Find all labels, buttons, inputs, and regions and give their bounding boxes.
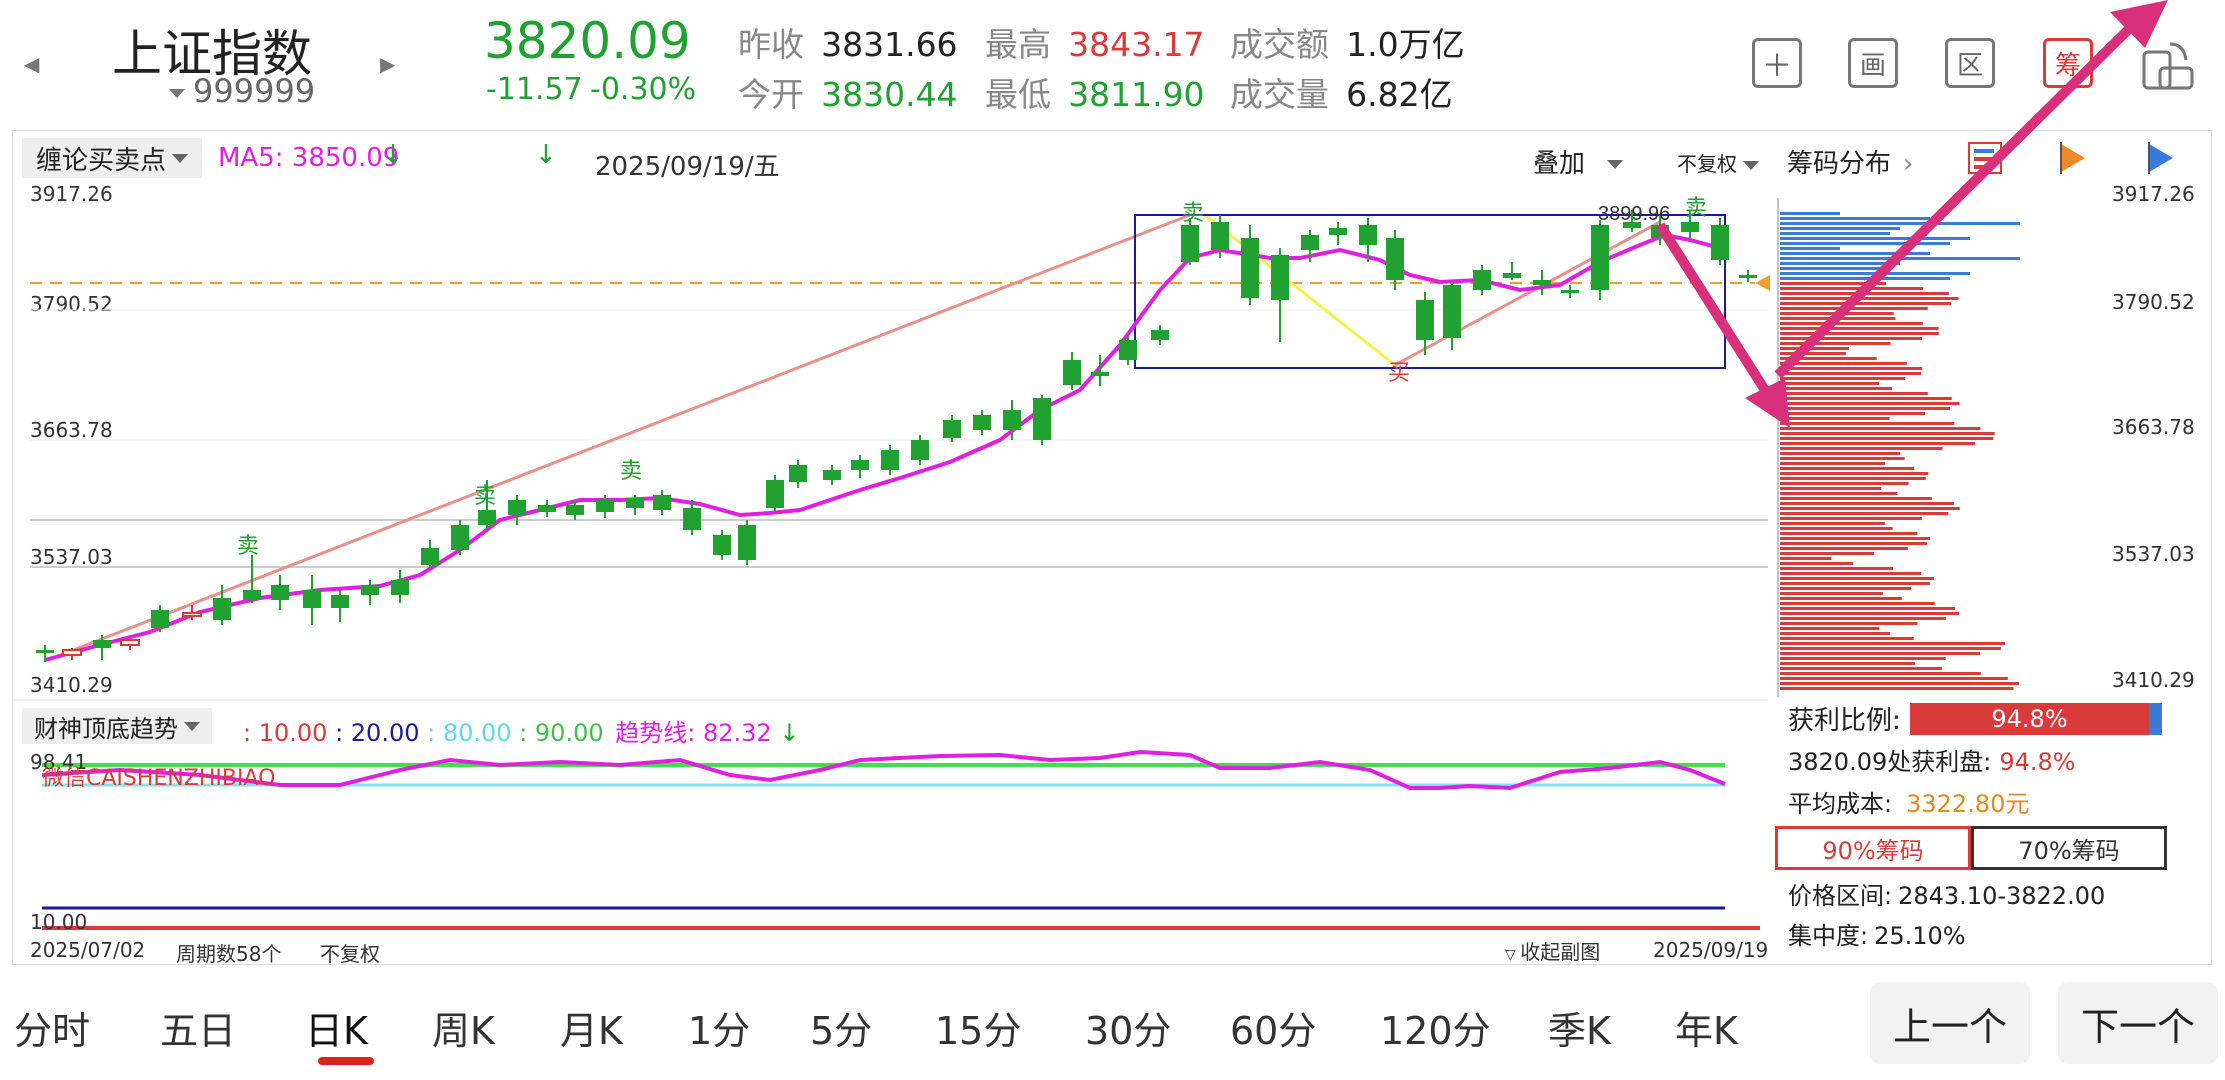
period-count: 周期数58个: [176, 942, 282, 966]
start-date: 2025/07/02: [30, 938, 146, 962]
sell-marker: 卖: [620, 458, 642, 483]
peak-value-label: 3899.96: [1598, 203, 1670, 225]
footer-adjust: 不复权: [320, 942, 380, 966]
prev-button[interactable]: 上一个: [1870, 982, 2030, 1064]
buy-marker: 买: [1388, 360, 1410, 385]
sub-bottom-value: 10.00: [30, 910, 88, 934]
tab-monthly-k[interactable]: 月K: [560, 1000, 623, 1055]
sell-marker: 卖: [474, 483, 496, 508]
active-tab-indicator: [318, 1057, 374, 1065]
profit-ratio-bar: 94.8%: [1910, 703, 2162, 735]
end-date: 2025/09/19: [1653, 938, 1769, 962]
tab-weekly-k[interactable]: 周K: [432, 1000, 495, 1055]
tab-1min[interactable]: 1分: [688, 1000, 750, 1055]
tab-30min[interactable]: 30分: [1085, 1000, 1171, 1055]
next-button[interactable]: 下一个: [2058, 982, 2218, 1064]
sub-indicator-values: : 10.00 : 20.00 : 80.00 : 90.00 趋势线: 82.…: [243, 719, 800, 747]
sell-marker: 卖: [1182, 200, 1204, 225]
tab-15min[interactable]: 15分: [935, 1000, 1021, 1055]
collapse-subchart-button[interactable]: ▽ 收起副图: [1505, 936, 1600, 965]
sell-marker: 卖: [1685, 195, 1707, 220]
concentration: 集中度: 25.10%: [1788, 922, 1966, 950]
watermark-text: 微信CAISHENZHIBIAO: [42, 766, 276, 791]
tab-yearly-k[interactable]: 年K: [1675, 1000, 1738, 1055]
price-range: 价格区间: 2843.10-3822.00: [1788, 882, 2106, 910]
tab-5min[interactable]: 5分: [810, 1000, 872, 1055]
tab-70-chips[interactable]: 70%筹码: [1971, 826, 2167, 870]
tab-timeshare[interactable]: 分时: [14, 1000, 90, 1055]
average-cost: 平均成本: 3322.80元: [1788, 790, 2030, 818]
tab-120min[interactable]: 120分: [1380, 1000, 1491, 1055]
tab-quarterly-k[interactable]: 季K: [1548, 1000, 1611, 1055]
tab-daily-k[interactable]: 日K: [305, 1000, 368, 1055]
tab-60min[interactable]: 60分: [1230, 1000, 1316, 1055]
profit-ratio-label: 获利比例:: [1788, 706, 1901, 736]
sub-indicator-selector[interactable]: 财神顶底趋势: [22, 708, 212, 744]
tab-90-chips[interactable]: 90%筹码: [1775, 826, 1971, 870]
tab-5day[interactable]: 五日: [160, 1000, 236, 1055]
profit-at-price: 3820.09处获利盘: 94.8%: [1788, 748, 2076, 776]
sell-marker: 卖: [237, 533, 259, 558]
